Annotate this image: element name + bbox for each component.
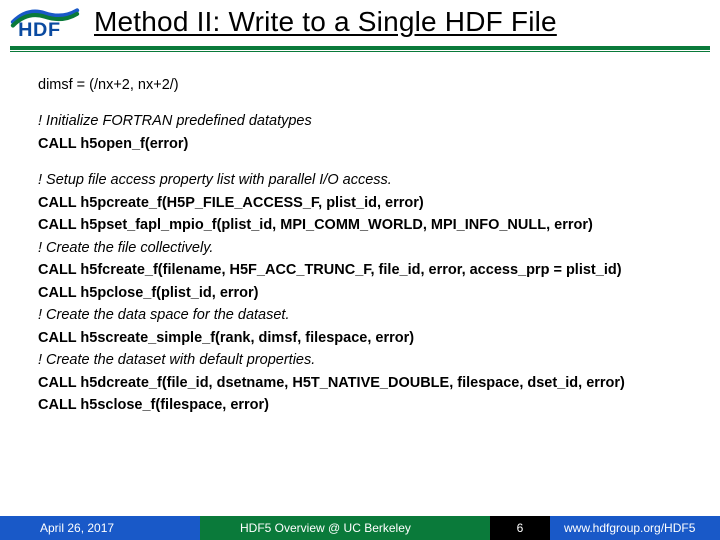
- code-line: CALL h5dcreate_f(file_id, dsetname, H5T_…: [38, 372, 690, 394]
- footer-url: www.hdfgroup.org/HDF5: [550, 516, 720, 540]
- code-line: dimsf = (/nx+2, nx+2/): [38, 74, 690, 96]
- footer-date: April 26, 2017: [0, 516, 200, 540]
- hdf-logo-icon: HDF: [10, 4, 80, 40]
- slide-footer: April 26, 2017 HDF5 Overview @ UC Berkel…: [0, 516, 720, 540]
- code-comment: ! Create the file collectively.: [38, 237, 690, 259]
- code-block: dimsf = (/nx+2, nx+2/) ! Initialize FORT…: [0, 52, 720, 417]
- code-line: CALL h5fcreate_f(filename, H5F_ACC_TRUNC…: [38, 259, 690, 281]
- code-comment: ! Setup file access property list with p…: [38, 169, 690, 191]
- footer-title: HDF5 Overview @ UC Berkeley: [200, 516, 490, 540]
- code-line: CALL h5open_f(error): [38, 133, 690, 155]
- code-line: CALL h5pset_fapl_mpio_f(plist_id, MPI_CO…: [38, 214, 690, 236]
- hdf-logo: HDF: [10, 4, 80, 40]
- code-line: CALL h5pclose_f(plist_id, error): [38, 282, 690, 304]
- code-comment: ! Initialize FORTRAN predefined datatype…: [38, 110, 690, 132]
- code-line: CALL h5screate_simple_f(rank, dimsf, fil…: [38, 327, 690, 349]
- code-line: CALL h5sclose_f(filespace, error): [38, 394, 690, 416]
- code-line: CALL h5pcreate_f(H5P_FILE_ACCESS_F, plis…: [38, 192, 690, 214]
- svg-text:HDF: HDF: [18, 19, 61, 40]
- code-comment: ! Create the data space for the dataset.: [38, 304, 690, 326]
- slide-title: Method II: Write to a Single HDF File: [94, 6, 557, 38]
- footer-page-number: 6: [490, 516, 550, 540]
- slide-header: HDF Method II: Write to a Single HDF Fil…: [0, 0, 720, 40]
- code-comment: ! Create the dataset with default proper…: [38, 349, 690, 371]
